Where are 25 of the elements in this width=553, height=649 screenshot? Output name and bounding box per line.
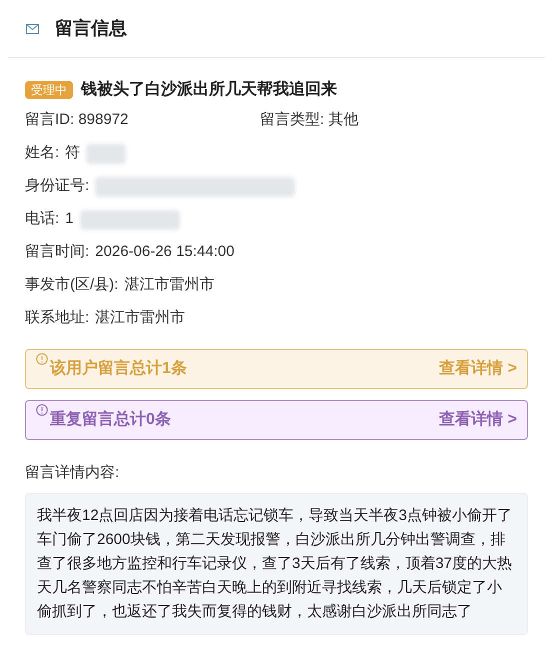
page-title: 留言信息: [55, 17, 127, 40]
notice-text: 该用户留言总计1条: [50, 358, 187, 379]
status-badge: 受理中: [25, 81, 73, 99]
field-label: 身份证号:: [25, 176, 90, 196]
mail-icon: [26, 24, 39, 34]
details-label: 留言详情内容:: [25, 463, 120, 483]
field-value: 2026-06-26 15:44:00: [95, 242, 234, 262]
details-link[interactable]: 查看详情 >: [439, 408, 517, 432]
field-value: 符: [65, 143, 80, 164]
field-label: 留言时间:: [25, 242, 90, 262]
details-link[interactable]: 查看详情 >: [439, 357, 517, 381]
field-label: 事发市(区/县):: [25, 275, 118, 296]
field-value: 湛江市雷州市: [95, 308, 186, 328]
info-icon: [36, 353, 48, 365]
field-value: 1: [65, 209, 74, 230]
field-value: 湛江市雷州市: [124, 275, 214, 296]
notice-text: 重复留言总计0条: [50, 409, 171, 430]
info-icon: [36, 404, 48, 416]
field-label: 联系地址:: [25, 308, 90, 328]
details-text: 我半夜12点回店因为接着电话忘记锁车，导致当天半夜3点钟被小偷开了车门偷了2600块钱，第二天发现报警，白沙派出所几分钟出警调查，排查了很多地方监控和行车记录仪，查了3天后有了线索，顶着37度的大热天几名警察同志不怕辛苦白天晚上的到附近寻找线索，几天后锁定了小偷抓到了，也返还了我失而复得的钱财，太感谢白沙派出所同志了: [25, 492, 528, 634]
field-text: 留言类型: 其他: [260, 110, 358, 130]
field-text: 留言ID: 898972: [25, 110, 130, 130]
field-label: 姓名:: [25, 143, 60, 164]
message-title: 钱被头了白沙派出所几天帮我追回来: [81, 79, 337, 100]
field-label: 电话:: [25, 209, 60, 230]
